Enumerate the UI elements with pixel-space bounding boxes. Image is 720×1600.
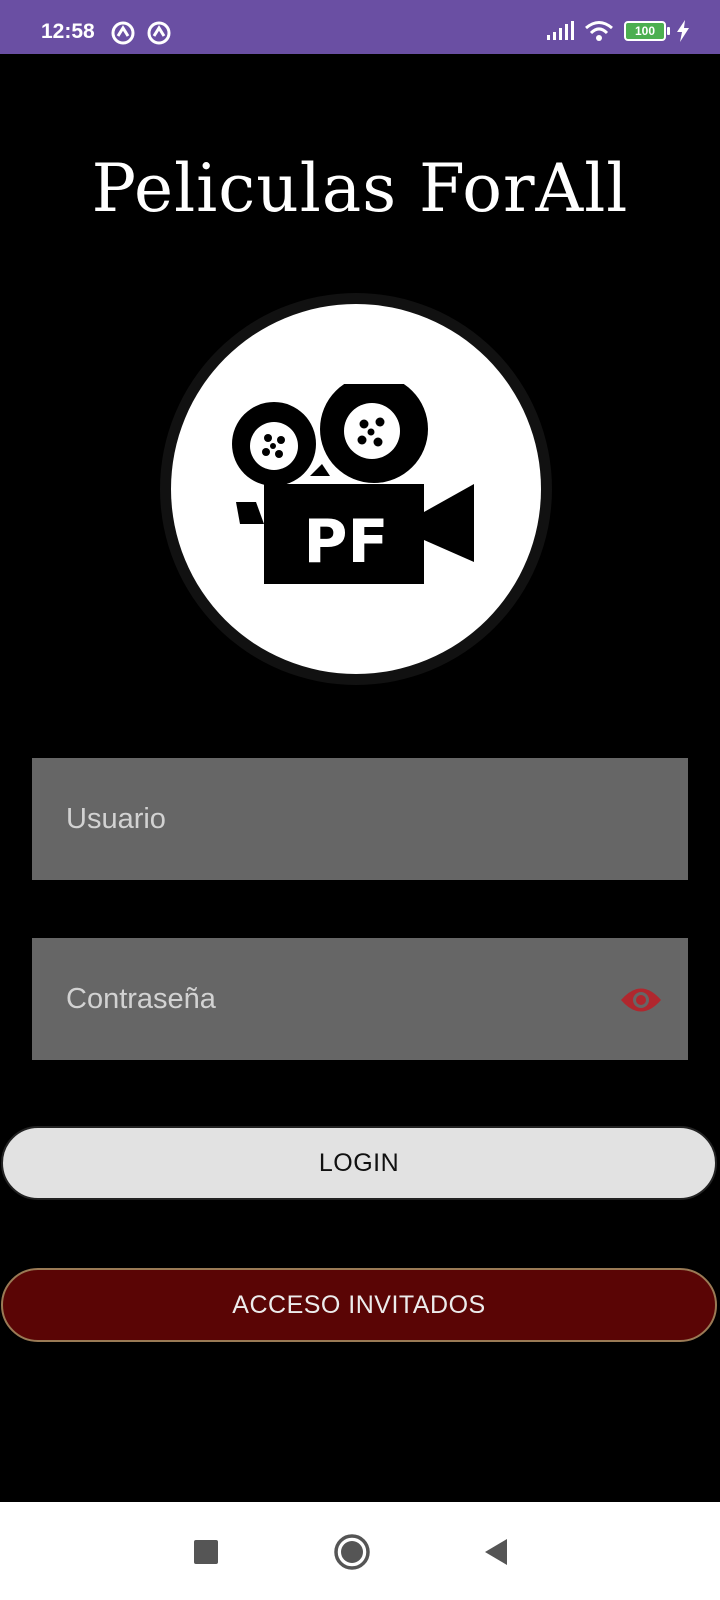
- login-button[interactable]: LOGIN: [1, 1126, 717, 1200]
- back-button[interactable]: [476, 1532, 516, 1572]
- recents-button[interactable]: [186, 1532, 226, 1572]
- guest-access-button[interactable]: ACCESO INVITADOS: [1, 1268, 717, 1342]
- charging-icon: [677, 20, 689, 42]
- navigation-bar: [0, 1502, 720, 1600]
- signal-icon: [547, 21, 574, 40]
- status-time: 12:58: [41, 20, 95, 43]
- password-input[interactable]: [64, 981, 608, 1017]
- logo-circle: PF: [171, 304, 541, 674]
- home-button[interactable]: [332, 1532, 372, 1572]
- password-field[interactable]: [32, 938, 688, 1060]
- back-icon: [485, 1539, 507, 1565]
- status-system-icons: 100: [546, 20, 690, 42]
- wifi-icon: [585, 21, 613, 41]
- home-icon: [334, 1534, 370, 1570]
- logo-text: PF: [304, 507, 389, 577]
- movie-camera-icon: PF: [232, 384, 474, 584]
- show-password-button[interactable]: [618, 980, 664, 1020]
- battery-level: 100: [634, 24, 656, 38]
- status-bar: 12:58 100: [0, 0, 720, 54]
- app-logo: PF: [160, 293, 552, 685]
- status-notification-icons: [110, 20, 172, 46]
- sync-badge-icon: [111, 21, 135, 45]
- username-field[interactable]: [32, 758, 688, 880]
- app-title: Peliculas ForAll: [91, 150, 629, 227]
- sync-badge-icon: [147, 21, 171, 45]
- battery-icon: 100: [624, 21, 670, 41]
- username-input[interactable]: [64, 801, 608, 837]
- recents-icon: [194, 1540, 218, 1564]
- eye-icon: [621, 988, 661, 1012]
